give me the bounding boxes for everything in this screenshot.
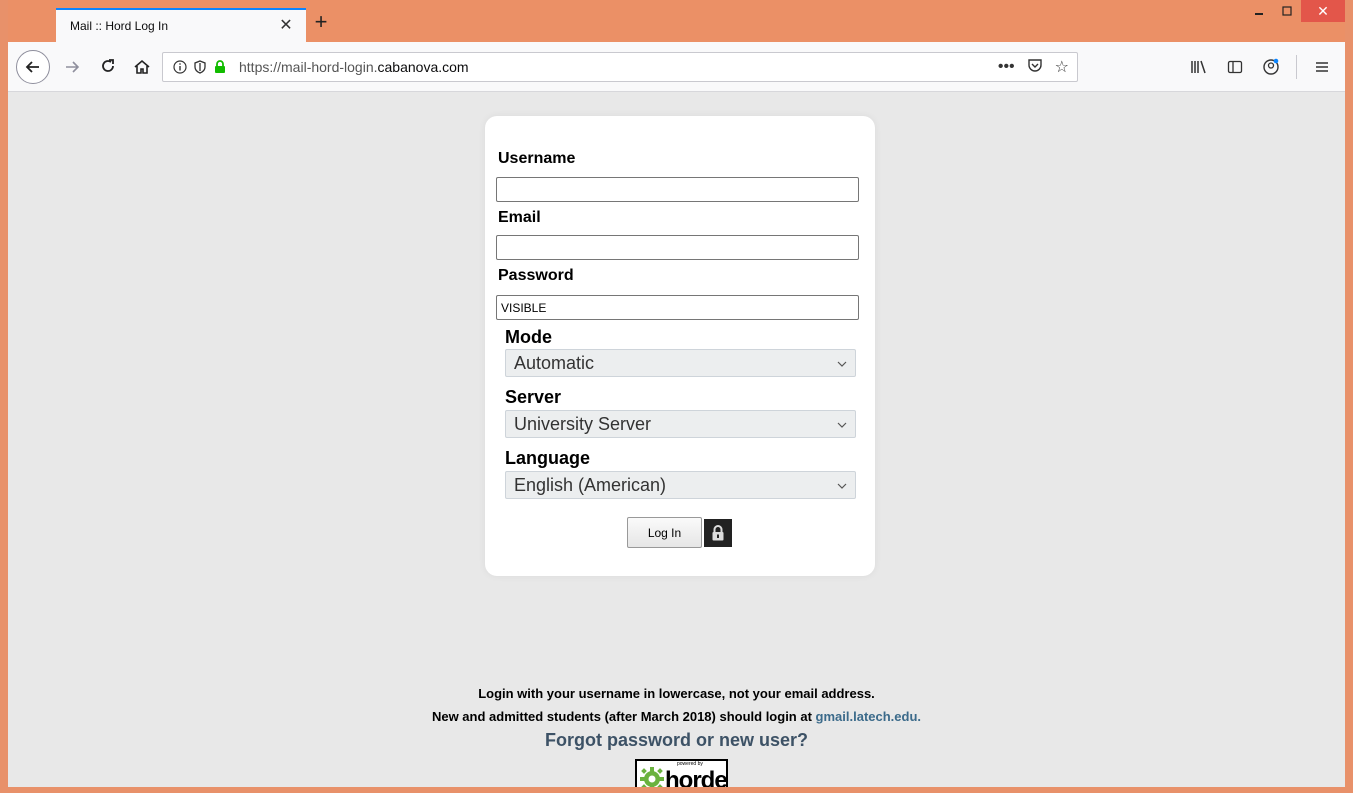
mode-select[interactable]: Automatic [505, 349, 856, 377]
login-hint: Login with your username in lowercase, n… [478, 686, 875, 701]
login-button[interactable]: Log In [627, 517, 702, 548]
bookmark-star-icon[interactable]: ☆ [1055, 57, 1069, 77]
padlock-icon [704, 518, 732, 547]
forward-icon[interactable] [56, 51, 88, 83]
toolbar-separator [1296, 55, 1297, 79]
back-icon[interactable] [16, 50, 50, 84]
language-select[interactable]: English (American) [505, 471, 856, 499]
more-actions-icon[interactable]: ••• [998, 58, 1015, 76]
language-label: Language [505, 448, 591, 468]
language-select-value: English (American) [514, 474, 667, 495]
server-select-value: University Server [514, 413, 652, 434]
tab-title: Mail :: Hord Log In [70, 19, 169, 33]
student-hint: New and admitted students (after March 2… [8, 709, 1345, 724]
login-row: Log In [627, 517, 732, 548]
server-select[interactable]: University Server [505, 410, 856, 438]
home-icon[interactable] [126, 51, 158, 83]
lock-icon[interactable] [211, 58, 229, 76]
chevron-down-icon [837, 356, 847, 370]
maximize-icon[interactable] [1273, 0, 1301, 22]
new-tab-icon[interactable]: + [308, 10, 334, 36]
pocket-icon[interactable] [1027, 57, 1043, 78]
forgot-password-link[interactable]: Forgot password or new user? [8, 730, 1345, 751]
url-text[interactable]: https://mail-hord-login.cabanova.com [239, 59, 998, 75]
info-icon[interactable] [171, 58, 189, 76]
window-controls: ✕ [1245, 0, 1345, 22]
shield-icon[interactable] [191, 58, 209, 76]
email-label: Email [498, 209, 541, 226]
url-bar[interactable]: https://mail-hord-login.cabanova.com •••… [162, 52, 1078, 82]
minimize-icon[interactable] [1245, 0, 1273, 22]
browser-tab[interactable]: Mail :: Hord Log In ✕ [56, 8, 306, 42]
library-icon[interactable] [1184, 51, 1214, 83]
url-domain: cabanova.com [377, 59, 469, 75]
mode-label: Mode [505, 327, 552, 347]
gmail-link[interactable]: gmail.latech.edu. [816, 709, 921, 724]
page-content: Username Email Password Mode Automatic S… [8, 92, 1345, 790]
password-label: Password [498, 267, 574, 284]
account-icon[interactable] [1256, 51, 1286, 83]
url-prefix: https://mail-hord-login. [239, 59, 378, 75]
chevron-down-icon [837, 478, 847, 492]
login-card: Username Email Password Mode Automatic S… [485, 116, 875, 576]
gear-icon [640, 767, 664, 787]
tab-bar: Mail :: Hord Log In ✕ + ✕ [8, 0, 1345, 42]
mode-select-value: Automatic [514, 352, 595, 373]
chevron-down-icon [837, 417, 847, 431]
menu-icon[interactable] [1307, 51, 1337, 83]
server-label: Server [505, 387, 562, 407]
username-label: Username [498, 150, 576, 167]
password-input[interactable] [496, 295, 859, 320]
horde-logo[interactable]: powered by horde [635, 759, 728, 790]
tab-close-icon[interactable]: ✕ [276, 16, 296, 36]
sidebar-icon[interactable] [1220, 51, 1250, 83]
reload-icon[interactable] [92, 51, 124, 83]
username-input[interactable] [496, 177, 859, 202]
student-hint-text: New and admitted students (after March 2… [431, 709, 816, 724]
nav-bar: https://mail-hord-login.cabanova.com •••… [8, 42, 1345, 92]
email-input[interactable] [496, 235, 859, 260]
toolbar-right [1184, 51, 1337, 83]
browser-window: Mail :: Hord Log In ✕ + ✕ https://mail-h… [8, 0, 1345, 793]
horde-logo-word: horde [665, 767, 727, 790]
close-window-icon[interactable]: ✕ [1301, 0, 1345, 22]
